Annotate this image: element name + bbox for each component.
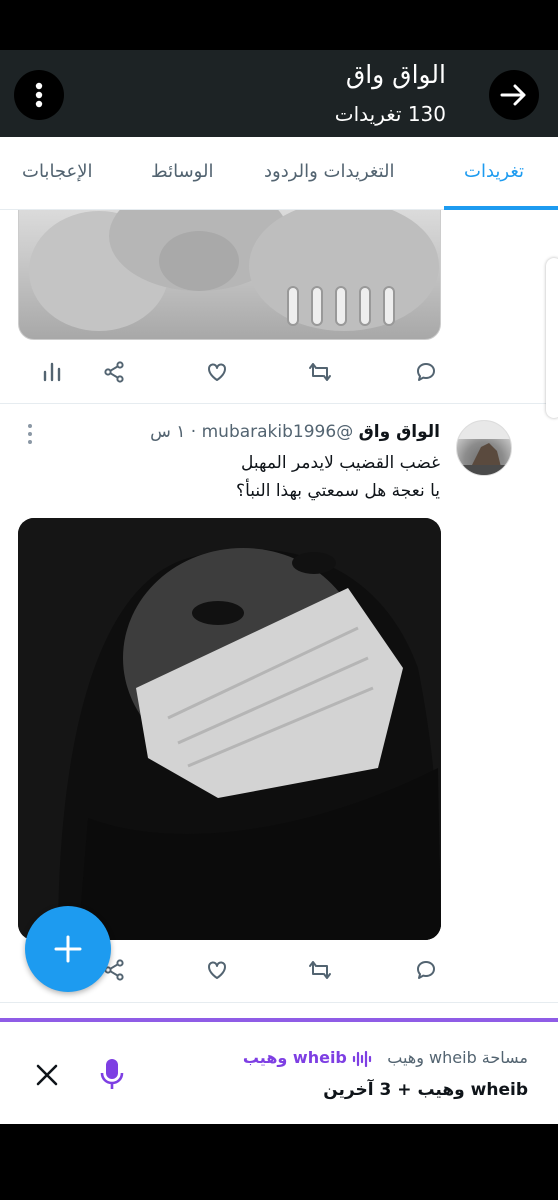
avatar[interactable] <box>456 420 512 476</box>
profile-tabs: تغريدات التغريدات والردود الوسائط الإعجا… <box>0 137 558 210</box>
tab-media[interactable]: الوسائط <box>151 161 213 182</box>
space-title: مساحة wheib وهيب wheib وهيب <box>243 1048 528 1067</box>
timeline[interactable]: الواق واق @mubarakib1996 · ١ س غضب القضي… <box>0 210 558 1018</box>
tweet-author-name[interactable]: الواق واق <box>359 422 440 442</box>
tweet-count: 130 تغريدات <box>334 102 446 126</box>
reply-button[interactable] <box>412 358 440 386</box>
tab-tweets-and-replies[interactable]: التغريدات والردود <box>264 161 395 182</box>
close-icon <box>36 1064 58 1086</box>
retweet-icon <box>309 363 331 381</box>
close-space-button[interactable] <box>30 1058 64 1092</box>
tweet-actions <box>0 350 558 394</box>
plus-icon <box>54 935 82 963</box>
space-host: wheib وهيب <box>242 1048 347 1067</box>
reply-icon <box>417 961 435 979</box>
photo-content <box>18 518 441 940</box>
space-label: مساحة wheib وهيب <box>387 1048 528 1067</box>
audio-wave-icon <box>352 1050 372 1067</box>
reply-button[interactable] <box>412 956 440 984</box>
like-button[interactable] <box>203 956 231 984</box>
analytics-button[interactable] <box>38 358 66 386</box>
compose-tweet-button[interactable] <box>25 906 111 992</box>
tweet-author-handle[interactable]: @mubarakib1996 <box>202 422 354 442</box>
tweet-divider <box>0 1002 558 1003</box>
tweet-text-line: يا نعجة هل سمعتي بهذا النبأ؟ <box>236 481 440 501</box>
like-icon <box>208 961 226 979</box>
arrow-right-icon <box>500 84 526 106</box>
more-vertical-icon <box>28 424 32 444</box>
space-participants: wheib وهيب + 3 آخرين <box>323 1080 528 1100</box>
tweet-divider <box>0 403 558 404</box>
retweet-button[interactable] <box>306 956 334 984</box>
more-vertical-icon <box>35 82 43 108</box>
status-bar <box>0 0 558 50</box>
avatar-image <box>457 421 511 475</box>
tweet-header: الواق واق @mubarakib1996 · ١ س <box>150 422 440 442</box>
tab-likes[interactable]: الإعجابات <box>22 161 93 182</box>
tweet-media-image[interactable] <box>18 518 441 940</box>
spaces-dock[interactable]: مساحة wheib وهيب wheib وهيب wheib وهيب +… <box>0 1018 558 1124</box>
reply-icon <box>417 363 435 381</box>
tweet-more-button[interactable] <box>20 422 40 446</box>
tweet-time: · ١ س <box>150 422 197 442</box>
microphone-button[interactable] <box>95 1054 129 1094</box>
tweet-media-image[interactable] <box>18 210 441 340</box>
share-button[interactable] <box>100 358 128 386</box>
retweet-icon <box>309 961 331 979</box>
back-button[interactable] <box>489 70 539 120</box>
profile-header: الواق واق 130 تغريدات <box>0 50 558 137</box>
profile-name: الواق واق <box>345 60 446 89</box>
analytics-icon <box>43 362 61 382</box>
share-icon <box>104 361 124 383</box>
more-options-button[interactable] <box>14 70 64 120</box>
like-icon <box>208 363 226 381</box>
microphone-icon <box>100 1059 124 1089</box>
like-button[interactable] <box>203 358 231 386</box>
retweet-button[interactable] <box>306 358 334 386</box>
tweet-text-line: غضب القضيب لايدمر المهبل <box>240 453 440 473</box>
system-navigation-bar <box>0 1124 558 1200</box>
fast-scroll-handle[interactable] <box>546 258 558 418</box>
tab-tweets[interactable]: تغريدات <box>464 161 524 182</box>
